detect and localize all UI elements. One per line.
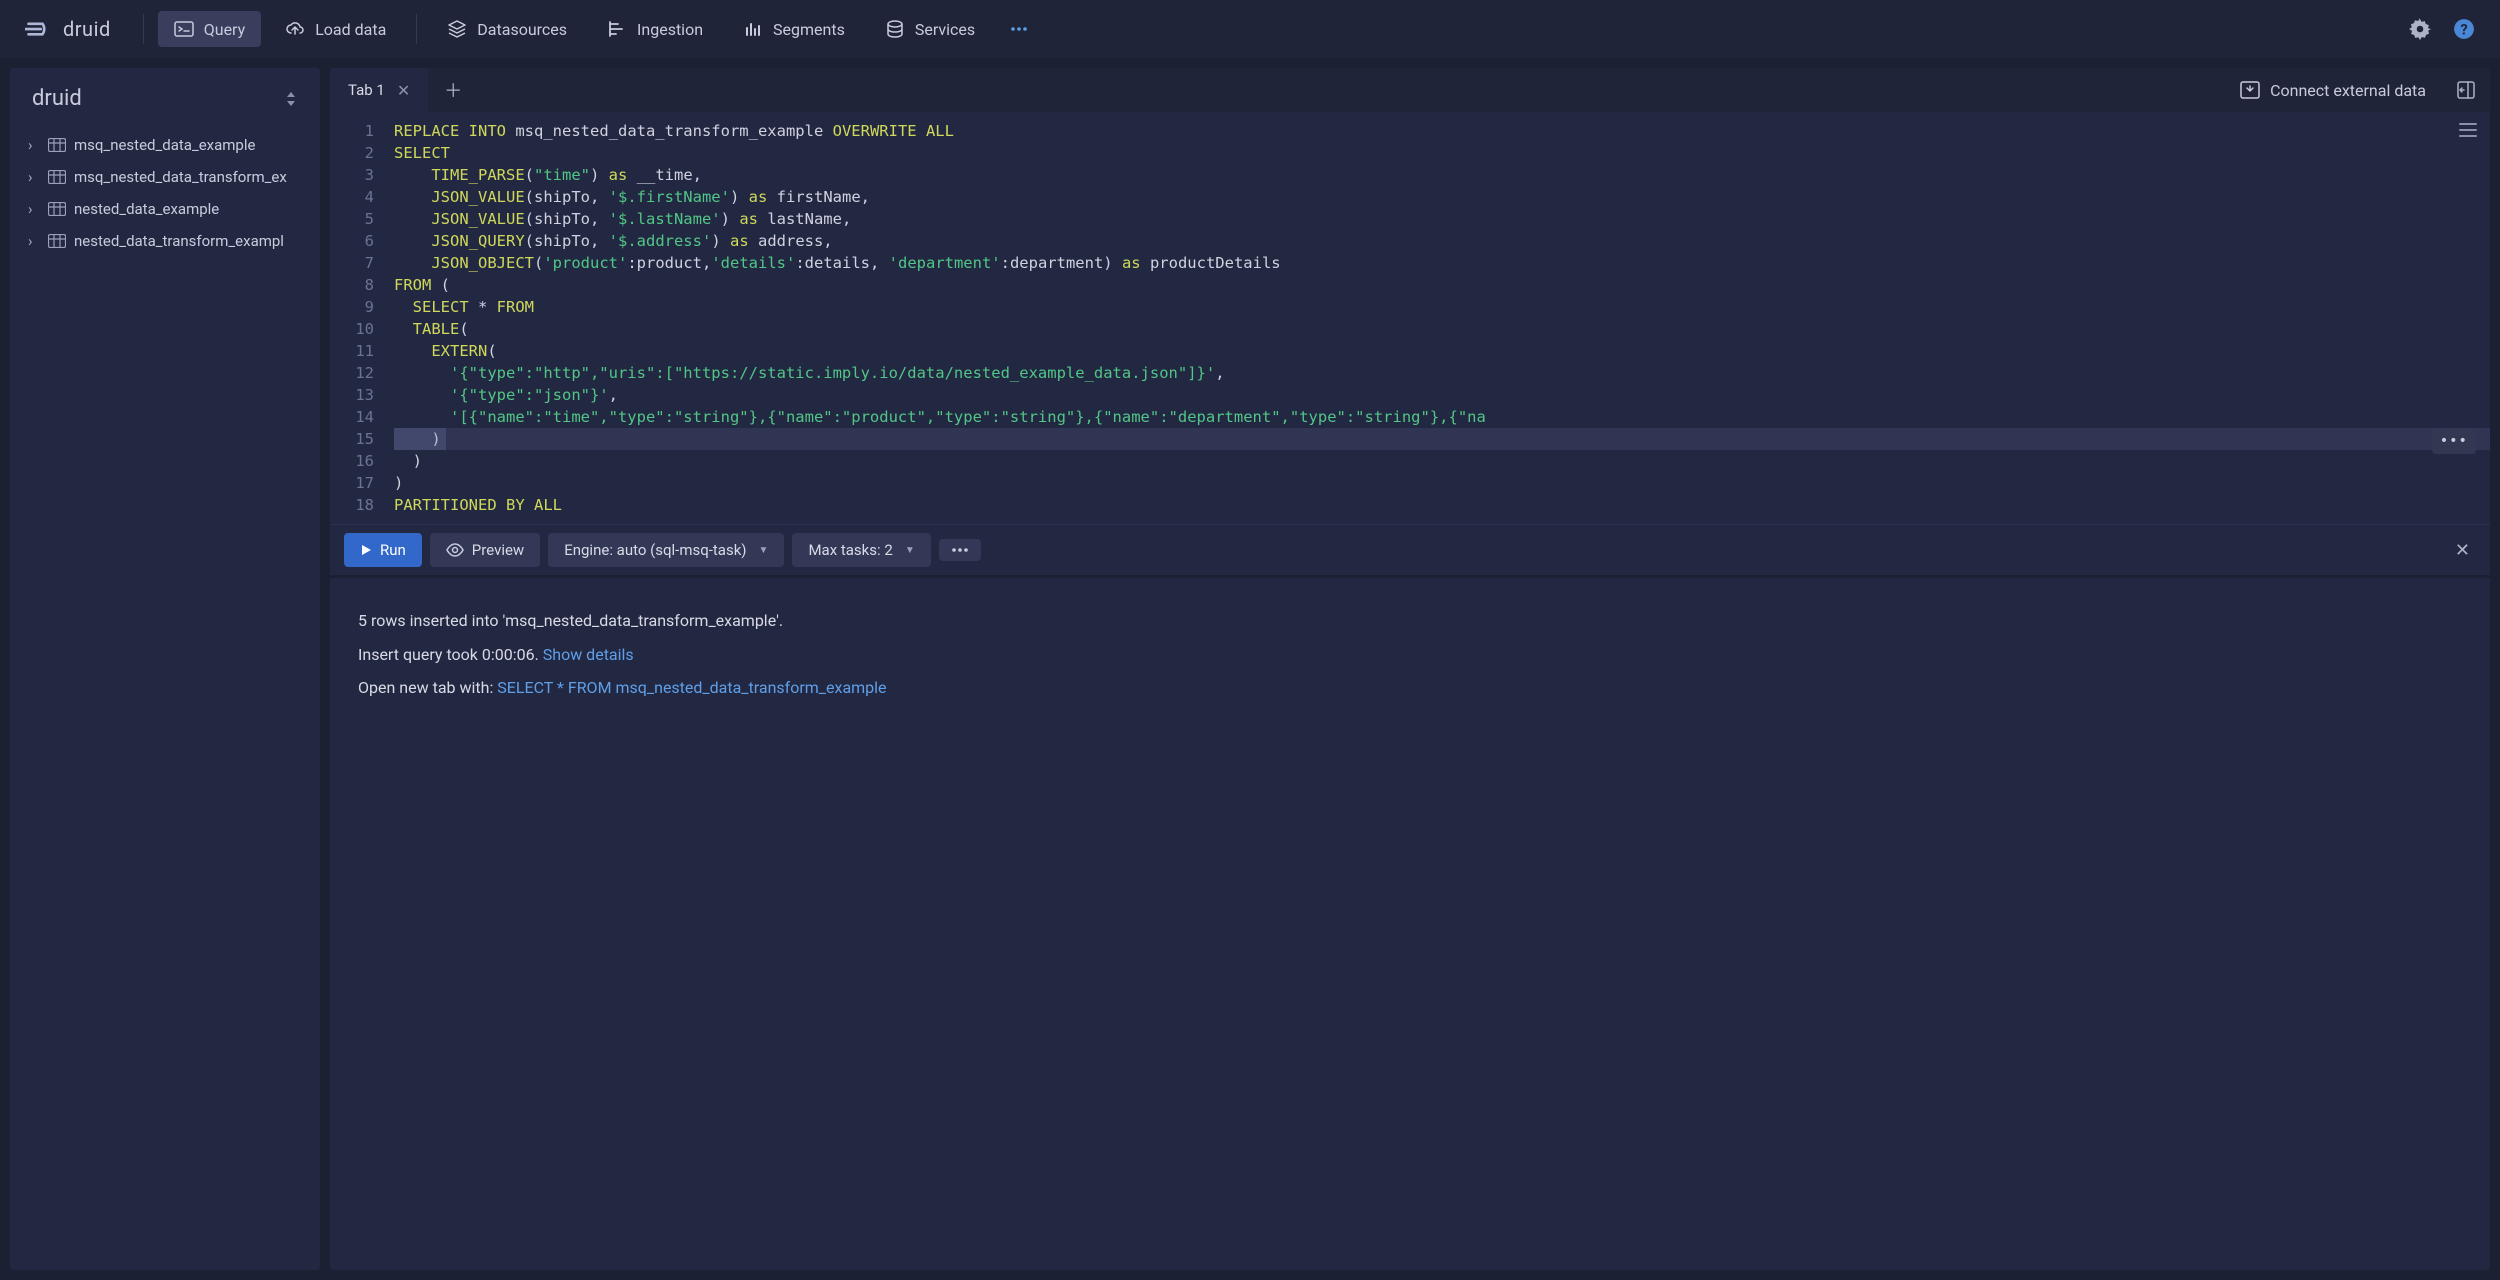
brand-logo[interactable]: druid	[25, 15, 111, 43]
play-icon	[360, 544, 372, 556]
max-tasks-label: Max tasks: 2	[808, 541, 892, 559]
run-button[interactable]: Run	[344, 533, 422, 567]
table-name: nested_data_example	[74, 200, 219, 218]
query-toolbar: Run Preview Engine: auto (sql-msq-task) …	[330, 524, 2490, 575]
nav-label: Query	[204, 20, 245, 39]
database-icon	[885, 19, 905, 39]
connect-external-data[interactable]: Connect external data	[2224, 81, 2442, 100]
chevron-right-icon: ›	[28, 168, 40, 186]
schema-table-item[interactable]: › msq_nested_data_example	[16, 129, 314, 161]
divider	[143, 14, 144, 44]
main-panel: Tab 1 ✕ ＋ Connect external data 12345678…	[330, 68, 2490, 1270]
show-details-link[interactable]: Show details	[543, 645, 634, 664]
gear-icon[interactable]	[2409, 18, 2431, 40]
more-button[interactable]	[939, 539, 981, 561]
nav-load-data[interactable]: Load data	[269, 11, 402, 47]
preview-button[interactable]: Preview	[430, 533, 540, 567]
header: druid Query Load data Datasources Ingest…	[0, 0, 2500, 58]
brand-text: druid	[63, 17, 111, 41]
ellipsis-icon	[951, 547, 969, 553]
import-icon	[2240, 81, 2260, 99]
eye-icon	[446, 543, 464, 557]
sort-icon	[284, 90, 298, 108]
database-selector[interactable]: druid	[10, 68, 320, 125]
table-name: msq_nested_data_example	[74, 136, 255, 154]
nav-label: Datasources	[477, 20, 567, 39]
chevron-right-icon: ›	[28, 200, 40, 218]
results-panel: 5 rows inserted into 'msq_nested_data_tr…	[330, 575, 2490, 1270]
gantt-icon	[607, 19, 627, 39]
table-icon	[48, 202, 66, 216]
druid-logo-icon	[25, 15, 53, 43]
ellipsis-icon	[1009, 19, 1029, 39]
table-icon	[48, 234, 66, 248]
close-icon[interactable]: ✕	[397, 81, 410, 100]
result-timing: Insert query took 0:00:06. Show details	[358, 638, 2462, 672]
result-open-tab: Open new tab with: SELECT * FROM msq_nes…	[358, 671, 2462, 705]
upload-cloud-icon	[285, 19, 305, 39]
nav-segments[interactable]: Segments	[727, 11, 861, 47]
preview-label: Preview	[472, 541, 524, 559]
sql-editor[interactable]: 123456789101112131415161718 REPLACE INTO…	[330, 112, 2490, 524]
database-name: druid	[32, 86, 82, 111]
add-tab-button[interactable]: ＋	[428, 77, 478, 103]
engine-label: Engine: auto (sql-msq-task)	[564, 541, 746, 559]
tab-1[interactable]: Tab 1 ✕	[330, 68, 428, 112]
layers-icon	[447, 19, 467, 39]
tab-bar: Tab 1 ✕ ＋ Connect external data	[330, 68, 2490, 112]
schema-tree: › msq_nested_data_example › msq_nested_data…	[10, 125, 320, 261]
nav-label: Segments	[773, 20, 845, 39]
divider	[416, 14, 417, 44]
result-message: 5 rows inserted into 'msq_nested_data_tr…	[358, 604, 2462, 638]
menu-icon[interactable]	[2458, 122, 2478, 138]
table-icon	[48, 138, 66, 152]
schema-table-item[interactable]: › nested_data_example	[16, 193, 314, 225]
tab-label: Tab 1	[348, 81, 385, 99]
open-query-link[interactable]: SELECT * FROM msq_nested_data_transform_…	[497, 678, 886, 697]
table-icon	[48, 170, 66, 184]
schema-table-item[interactable]: › msq_nested_data_transform_ex	[16, 161, 314, 193]
segments-icon	[743, 19, 763, 39]
engine-select[interactable]: Engine: auto (sql-msq-task) ▼	[548, 533, 784, 567]
nav-query[interactable]: Query	[158, 11, 261, 47]
chevron-down-icon: ▼	[905, 545, 915, 556]
schema-sidebar: druid › msq_nested_data_example › msq_neste…	[10, 68, 320, 1270]
line-gutter: 123456789101112131415161718	[330, 112, 386, 524]
nav-services[interactable]: Services	[869, 11, 991, 47]
ellipsis-icon[interactable]: •••	[2432, 428, 2476, 454]
chevron-right-icon: ›	[28, 232, 40, 250]
nav-datasources[interactable]: Datasources	[431, 11, 583, 47]
close-results-button[interactable]: ✕	[2449, 540, 2476, 561]
nav-label: Load data	[315, 20, 386, 39]
code-area[interactable]: REPLACE INTO msq_nested_data_transform_e…	[386, 112, 2490, 524]
schema-table-item[interactable]: › nested_data_transform_exampl	[16, 225, 314, 257]
svg-text:?: ?	[2460, 23, 2467, 39]
nav-label: Services	[915, 20, 975, 39]
nav-more[interactable]	[999, 11, 1039, 47]
panel-collapse-icon[interactable]	[2456, 80, 2476, 100]
help-icon[interactable]: ?	[2453, 18, 2475, 40]
chevron-down-icon: ▼	[759, 545, 769, 556]
table-name: nested_data_transform_exampl	[74, 232, 284, 250]
run-label: Run	[380, 541, 406, 559]
max-tasks-select[interactable]: Max tasks: 2 ▼	[792, 533, 930, 567]
table-name: msq_nested_data_transform_ex	[74, 168, 287, 186]
console-icon	[174, 19, 194, 39]
chevron-right-icon: ›	[28, 136, 40, 154]
connect-external-label: Connect external data	[2270, 81, 2426, 100]
nav-ingestion[interactable]: Ingestion	[591, 11, 719, 47]
nav-label: Ingestion	[637, 20, 703, 39]
